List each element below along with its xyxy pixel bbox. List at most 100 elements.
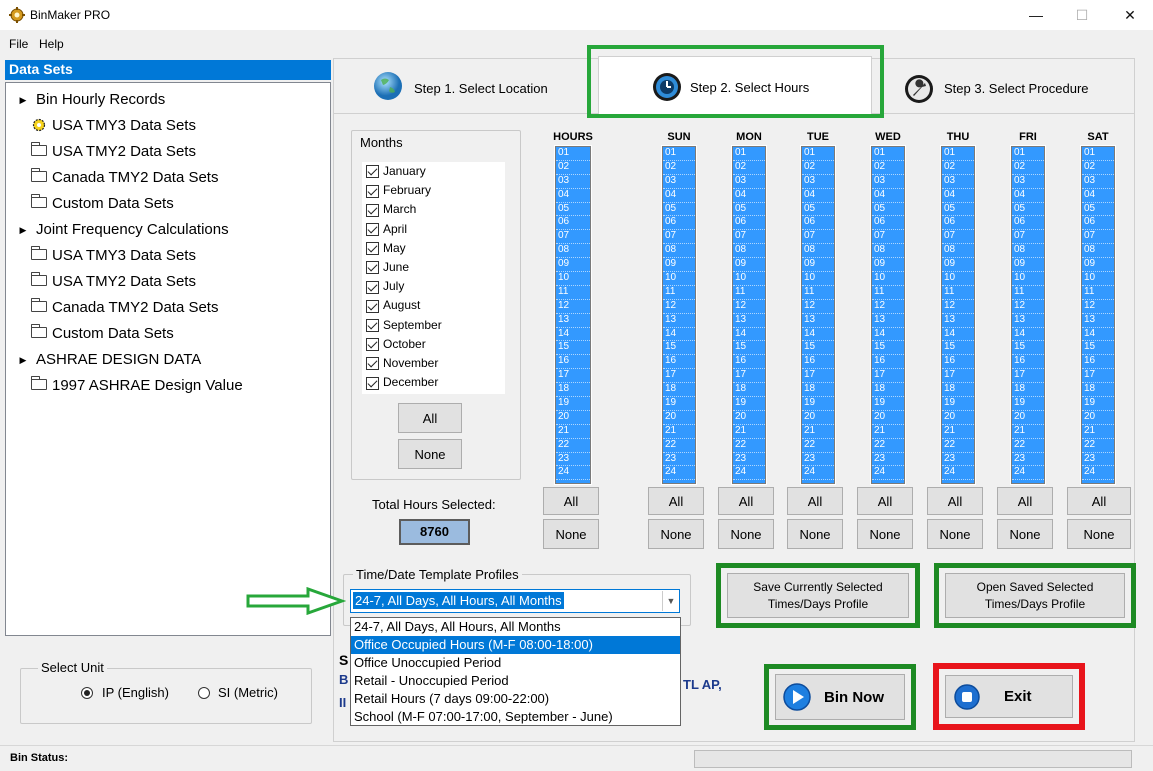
all-button-fri[interactable]: All [997, 487, 1053, 515]
hour-item[interactable]: 04 [942, 189, 974, 203]
months-none-button[interactable]: None [398, 439, 462, 469]
month-checkbox-item[interactable]: October [366, 337, 426, 356]
exit-button[interactable]: Exit [945, 675, 1073, 718]
hour-item[interactable]: 11 [1082, 286, 1114, 300]
hour-item[interactable]: 10 [663, 272, 695, 286]
hour-item[interactable]: 01 [1082, 147, 1114, 161]
checkbox[interactable] [366, 357, 379, 371]
hour-item[interactable]: 16 [942, 355, 974, 370]
hour-item[interactable]: 21 [663, 425, 695, 439]
hour-item[interactable]: 16 [663, 355, 695, 370]
hour-item[interactable]: 05 [872, 203, 904, 217]
hour-item[interactable]: 19 [942, 397, 974, 411]
hour-item[interactable]: 18 [733, 383, 765, 398]
hour-item[interactable]: 12 [1082, 300, 1114, 314]
hour-list-tue[interactable]: 01 02 03 04 05 06 07 08 09 10 11 12 13 14 15 16 17 18 19 20… [800, 145, 836, 485]
month-checkbox-item[interactable]: February [366, 183, 431, 202]
hour-item[interactable]: 19 [872, 397, 904, 411]
hour-item[interactable]: 04 [1082, 189, 1114, 203]
hour-item[interactable]: 04 [1012, 189, 1044, 203]
none-button-thu[interactable]: None [927, 519, 983, 549]
hour-item[interactable]: 05 [1082, 203, 1114, 217]
hour-item[interactable]: 21 [872, 425, 904, 439]
hour-item[interactable]: 20 [1082, 411, 1114, 425]
hour-item[interactable]: 18 [942, 383, 974, 398]
hour-item[interactable]: 15 [733, 341, 765, 356]
hour-item[interactable]: 09 [802, 258, 834, 273]
hour-item[interactable]: 11 [663, 286, 695, 300]
hour-item[interactable]: 24 [872, 466, 904, 481]
hour-item[interactable]: 10 [733, 272, 765, 286]
hour-item[interactable]: 13 [733, 314, 765, 328]
hour-item[interactable]: 20 [663, 411, 695, 425]
hour-item[interactable]: 22 [872, 439, 904, 453]
hour-item[interactable]: 19 [802, 397, 834, 411]
profile-option[interactable]: Retail - Unoccupied Period [351, 672, 680, 690]
all-button-wed[interactable]: All [857, 487, 913, 515]
hour-item[interactable]: 15 [556, 341, 590, 356]
hour-item[interactable]: 23 [1012, 453, 1044, 467]
month-checkbox-item[interactable]: January [366, 164, 426, 183]
tab-step1[interactable]: Step 1. Select Location [414, 81, 548, 96]
hour-item[interactable]: 03 [872, 175, 904, 189]
tree-item-usa-tmy3-jf[interactable]: USA TMY3 Data Sets [30, 244, 196, 268]
hour-list-sun[interactable]: 01 02 03 04 05 06 07 08 09 10 11 12 13 14 15 16 17 18 19 20… [661, 145, 697, 485]
hour-item[interactable]: 10 [872, 272, 904, 286]
data-sets-tree[interactable]: ▶ Bin Hourly Records USA TMY3 Data Sets U… [5, 82, 331, 636]
hour-item[interactable]: 06 [1082, 216, 1114, 231]
all-button-sun[interactable]: All [648, 487, 704, 515]
hour-item[interactable]: 20 [556, 411, 590, 425]
checkbox[interactable] [366, 242, 379, 256]
hour-item[interactable]: 18 [872, 383, 904, 398]
hour-item[interactable]: 04 [802, 189, 834, 203]
checkbox[interactable] [366, 203, 379, 217]
hour-item[interactable]: 07 [1012, 230, 1044, 245]
checkbox[interactable] [366, 376, 379, 390]
hour-item[interactable]: 17 [733, 369, 765, 384]
hour-item[interactable]: 20 [733, 411, 765, 425]
hour-item[interactable]: 17 [1082, 369, 1114, 384]
hour-item[interactable]: 19 [663, 397, 695, 411]
hour-item[interactable]: 13 [872, 314, 904, 328]
hour-item[interactable]: 20 [942, 411, 974, 425]
checkbox[interactable] [366, 338, 379, 352]
hour-item[interactable]: 02 [802, 161, 834, 175]
all-button-mon[interactable]: All [718, 487, 774, 515]
hour-item[interactable]: 04 [663, 189, 695, 203]
hour-item[interactable]: 17 [802, 369, 834, 384]
minimize-button[interactable]: — [1013, 0, 1059, 30]
hour-item[interactable]: 15 [802, 341, 834, 356]
hour-item[interactable]: 22 [733, 439, 765, 453]
checkbox[interactable] [366, 280, 379, 294]
hour-item[interactable]: 23 [1082, 453, 1114, 467]
hour-item[interactable]: 12 [802, 300, 834, 314]
hour-item[interactable]: 07 [872, 230, 904, 245]
hour-item[interactable]: 10 [1012, 272, 1044, 286]
hour-item[interactable]: 04 [872, 189, 904, 203]
all-button-thu[interactable]: All [927, 487, 983, 515]
month-checkbox-item[interactable]: April [366, 222, 407, 241]
hour-item[interactable]: 20 [872, 411, 904, 425]
hour-item[interactable]: 07 [663, 230, 695, 245]
hour-item[interactable]: 06 [802, 216, 834, 231]
hour-item[interactable]: 06 [1012, 216, 1044, 231]
hour-item[interactable]: 20 [1012, 411, 1044, 425]
all-button-tue[interactable]: All [787, 487, 843, 515]
month-checkbox-item[interactable]: November [366, 356, 438, 375]
hour-item[interactable]: 22 [1082, 439, 1114, 453]
hour-item[interactable]: 03 [733, 175, 765, 189]
hour-item[interactable]: 21 [802, 425, 834, 439]
expand-triangle-icon[interactable]: ▶ [14, 88, 32, 112]
profiles-options-list[interactable]: 24-7, All Days, All Hours, All Months Off… [350, 617, 681, 726]
checkbox[interactable] [366, 299, 379, 313]
hour-item[interactable]: 02 [733, 161, 765, 175]
hour-item[interactable]: 08 [802, 244, 834, 259]
hour-item[interactable]: 18 [1082, 383, 1114, 398]
profile-option[interactable]: Office Occupied Hours (M-F 08:00-18:00) [351, 636, 680, 654]
hour-item[interactable]: 11 [872, 286, 904, 300]
hour-item[interactable]: 12 [942, 300, 974, 314]
hour-item[interactable]: 03 [1082, 175, 1114, 189]
hour-item[interactable]: 12 [556, 300, 590, 314]
hour-item[interactable]: 01 [663, 147, 695, 161]
profile-option[interactable]: School (M-F 07:00-17:00, September - Jun… [351, 708, 680, 726]
